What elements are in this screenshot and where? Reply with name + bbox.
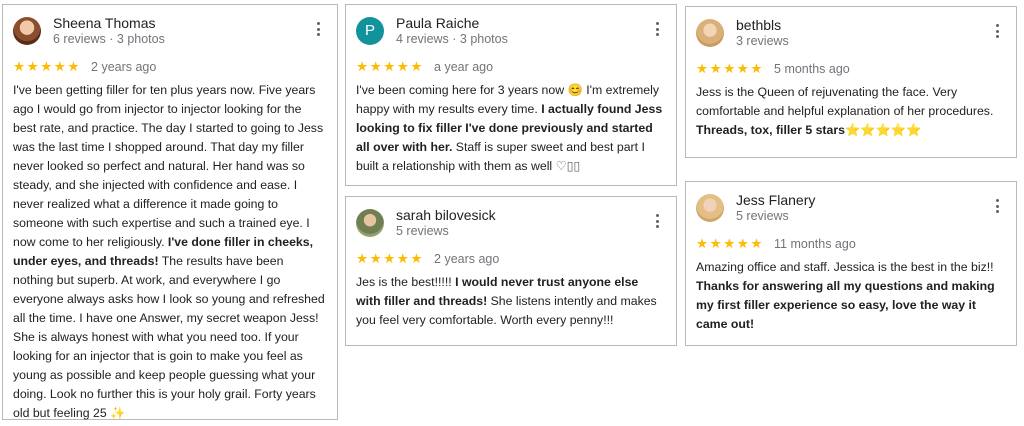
review-text: Jes is the best!!!!! I would never trust… [356,275,657,327]
more-options-icon[interactable] [652,21,662,37]
more-options-icon[interactable] [992,23,1002,39]
star-rating-icon: ★★★★★ [356,251,425,266]
reviewer-header: Sheena Thomas 6 reviews · 3 photos [13,15,327,49]
review-text: Jess is the Queen of rejuvenating the fa… [696,85,994,137]
reviewer-name[interactable]: sarah bilovesick [396,207,496,223]
avatar[interactable] [696,194,724,222]
reviewer-name[interactable]: bethbls [736,17,781,33]
reviewer-header: sarah bilovesick 5 reviews [356,207,666,241]
rating-row: ★★★★★ 2 years ago [13,59,327,75]
reviewer-name[interactable]: Sheena Thomas [53,15,155,31]
heart-icon: ♡▯▯ [555,159,581,173]
rating-row: ★★★★★ 5 months ago [696,61,1006,77]
review-date: a year ago [434,60,494,74]
more-options-icon[interactable] [992,198,1002,214]
review-card: sarah bilovesick 5 reviews ★★★★★ 2 years… [345,196,677,346]
rating-row: ★★★★★ a year ago [356,59,666,75]
rating-row: ★★★★★ 2 years ago [356,251,666,267]
star-emoji-icon: ⭐⭐⭐⭐⭐ [845,123,922,137]
reviewer-name[interactable]: Jess Flanery [736,192,815,208]
avatar[interactable]: P [356,17,384,45]
review-card: bethbls 3 reviews ★★★★★ 5 months ago Jes… [685,6,1017,158]
review-card: Jess Flanery 5 reviews ★★★★★ 11 months a… [685,181,1017,346]
review-date: 11 months ago [774,237,856,251]
more-options-icon[interactable] [652,213,662,229]
review-card: P Paula Raiche 4 reviews · 3 photos ★★★★… [345,4,677,186]
reviewer-name[interactable]: Paula Raiche [396,15,479,31]
star-rating-icon: ★★★★★ [696,61,765,76]
reviewer-header: bethbls 3 reviews [696,17,1006,51]
avatar[interactable] [13,17,41,45]
reviewer-meta: 5 reviews [396,224,449,238]
reviewer-header: P Paula Raiche 4 reviews · 3 photos [356,15,666,49]
smiley-icon: 😊 [567,83,583,97]
avatar[interactable] [696,19,724,47]
review-text: I've been coming here for 3 years now 😊 … [356,83,663,173]
avatar[interactable] [356,209,384,237]
review-text: I've been getting filler for ten plus ye… [13,83,325,420]
review-date: 2 years ago [434,252,500,266]
reviewer-meta: 6 reviews · 3 photos [53,32,165,46]
sparkles-icon: ✨ [110,406,126,420]
review-date: 5 months ago [774,62,850,76]
review-card: Sheena Thomas 6 reviews · 3 photos ★★★★★… [2,4,338,420]
review-date: 2 years ago [91,60,157,74]
more-options-icon[interactable] [313,21,323,37]
reviewer-meta: 3 reviews [736,34,789,48]
rating-row: ★★★★★ 11 months ago [696,236,1006,252]
star-rating-icon: ★★★★★ [696,236,765,251]
reviewer-meta: 4 reviews · 3 photos [396,32,508,46]
star-rating-icon: ★★★★★ [356,59,425,74]
star-rating-icon: ★★★★★ [13,59,82,74]
reviewer-header: Jess Flanery 5 reviews [696,192,1006,226]
review-text: Amazing office and staff. Jessica is the… [696,260,995,331]
reviewer-meta: 5 reviews [736,209,789,223]
